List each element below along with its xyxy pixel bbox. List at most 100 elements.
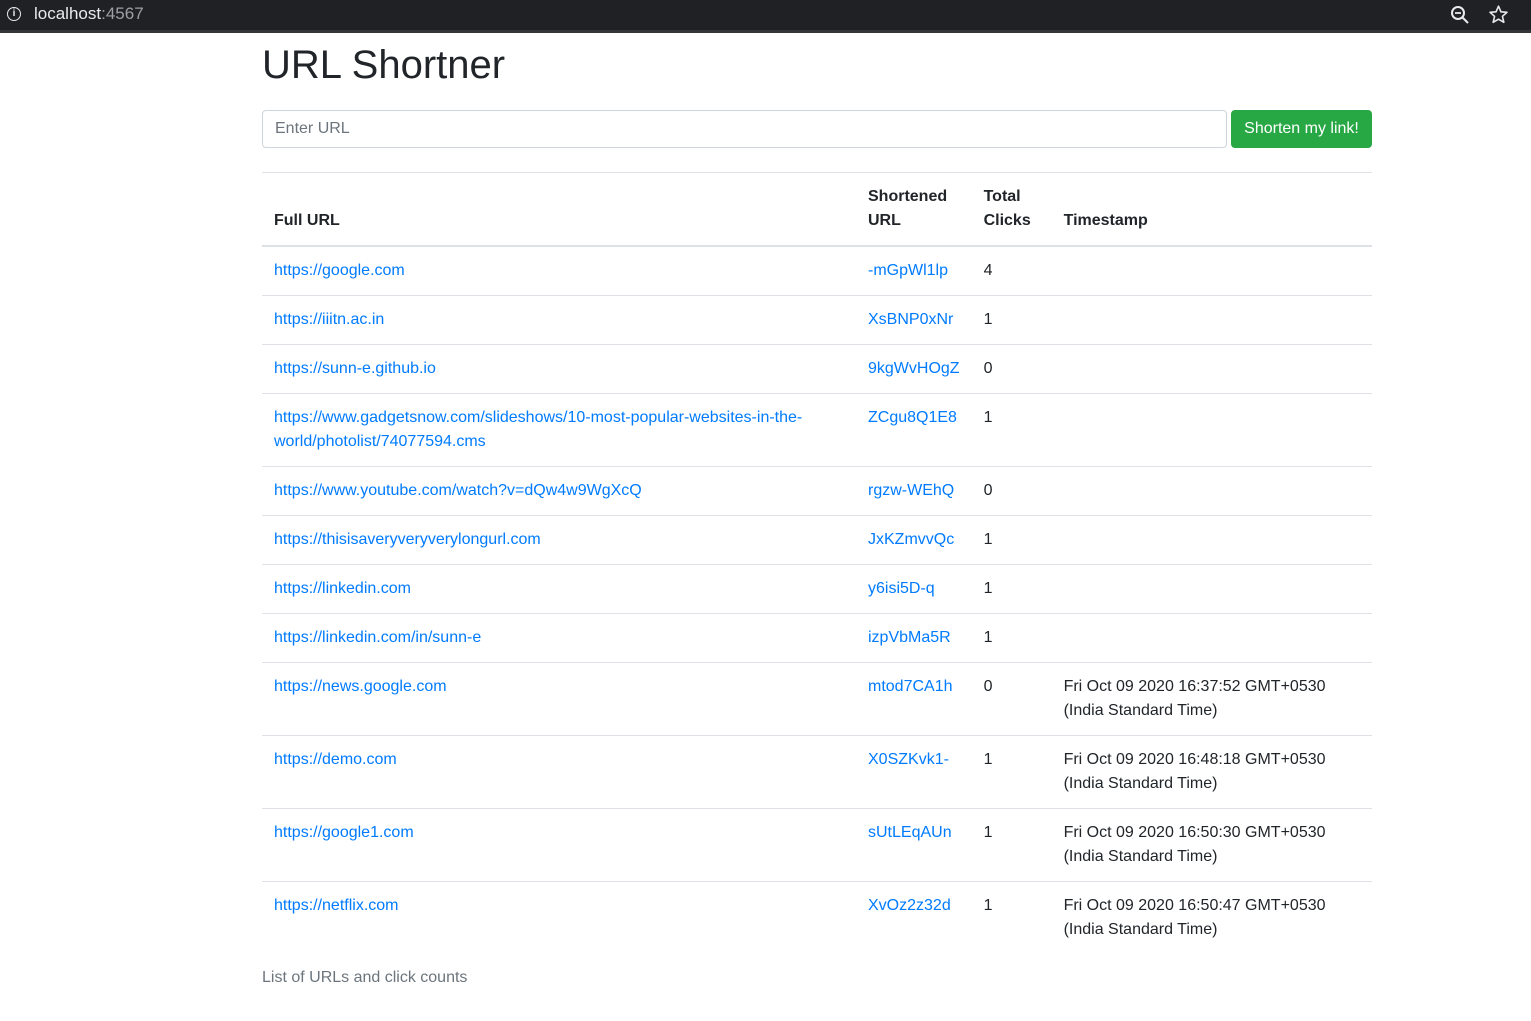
short-url-cell: XsBNP0xNr: [856, 295, 972, 345]
timestamp-cell: Fri Oct 09 2020 16:50:30 GMT+0530 (India…: [1051, 808, 1372, 882]
short-url-link[interactable]: sUtLEqAUn: [868, 824, 952, 841]
table-row: https://linkedin.com/in/sunn-e izpVbMa5R 1: [262, 613, 1372, 663]
table-row: https://news.google.com mtod7CA1h 0 Fri Oct…: [262, 662, 1372, 736]
table-row: https://www.youtube.com/watch?v=dQw4w9Wg…: [262, 466, 1372, 516]
click-count: 1: [971, 564, 1052, 614]
table-row: https://linkedin.com y6isi5D-q 1: [262, 564, 1372, 614]
table-row: https://google1.com sUtLEqAUn 1 Fri Oct 09 …: [262, 808, 1372, 882]
table-row: https://demo.com X0SZKvk1- 1 Fri Oct 09 202…: [262, 735, 1372, 809]
timestamp-cell: [1051, 613, 1372, 663]
table-row: https://sunn-e.github.io 9kgWvHOgZ 0: [262, 344, 1372, 394]
urls-table: Full URL Shortened URL Total Clicks Time…: [262, 172, 1372, 954]
full-url-link[interactable]: https://google.com: [274, 262, 405, 279]
short-url-cell: ZCgu8Q1E8: [856, 393, 972, 467]
full-url-cell: https://linkedin.com: [262, 564, 856, 614]
short-url-cell: JxKZmvvQc: [856, 515, 972, 565]
full-url-link[interactable]: https://linkedin.com: [274, 580, 411, 597]
full-url-link[interactable]: https://thisisaveryveryverylongurl.com: [274, 531, 541, 548]
short-url-cell: sUtLEqAUn: [856, 808, 972, 882]
table-header-row: Full URL Shortened URL Total Clicks Time…: [262, 172, 1372, 247]
short-url-link[interactable]: XsBNP0xNr: [868, 311, 953, 328]
full-url-link[interactable]: https://www.youtube.com/watch?v=dQw4w9Wg…: [274, 482, 642, 499]
short-url-link[interactable]: X0SZKvk1-: [868, 751, 949, 768]
short-url-link[interactable]: JxKZmvvQc: [868, 531, 954, 548]
short-url-link[interactable]: ZCgu8Q1E8: [868, 409, 957, 426]
full-url-link[interactable]: https://sunn-e.github.io: [274, 360, 436, 377]
click-count: 1: [971, 295, 1052, 345]
full-url-cell: https://netflix.com: [262, 881, 856, 954]
short-url-cell: -mGpWl1lp: [856, 245, 972, 296]
timestamp-cell: [1051, 344, 1372, 394]
click-count: 1: [971, 808, 1052, 882]
page-title: URL Shortner: [262, 43, 506, 87]
header-full-url: Full URL: [262, 172, 856, 247]
table-row: https://www.gadgetsnow.com/slideshows/10…: [262, 393, 1372, 467]
address-field[interactable]: localhost:4567: [34, 4, 144, 24]
table-row: https://iiitn.ac.in XsBNP0xNr 1: [262, 295, 1372, 345]
short-url-link[interactable]: -mGpWl1lp: [868, 262, 948, 279]
short-url-cell: rgzw-WEhQ: [856, 466, 972, 516]
header-total-clicks: Total Clicks: [971, 172, 1052, 247]
short-url-cell: XvOz2z32d: [856, 881, 972, 954]
short-url-cell: X0SZKvk1-: [856, 735, 972, 809]
short-url-cell: y6isi5D-q: [856, 564, 972, 614]
header-timestamp: Timestamp: [1051, 172, 1372, 247]
click-count: 0: [971, 662, 1052, 736]
full-url-link[interactable]: https://www.gadgetsnow.com/slideshows/10…: [274, 409, 802, 450]
star-icon[interactable]: [1488, 4, 1509, 25]
short-url-cell: izpVbMa5R: [856, 613, 972, 663]
click-count: 1: [971, 735, 1052, 809]
table-body: https://google.com -mGpWl1lp 4 https://iiit…: [262, 245, 1372, 954]
full-url-cell: https://sunn-e.github.io: [262, 344, 856, 394]
click-count: 1: [971, 613, 1052, 663]
url-input[interactable]: [262, 110, 1227, 148]
click-count: 0: [971, 466, 1052, 516]
full-url-cell: https://google1.com: [262, 808, 856, 882]
short-url-link[interactable]: XvOz2z32d: [868, 897, 951, 914]
short-url-link[interactable]: izpVbMa5R: [868, 629, 951, 646]
full-url-link[interactable]: https://news.google.com: [274, 678, 447, 695]
click-count: 1: [971, 881, 1052, 954]
full-url-link[interactable]: https://linkedin.com/in/sunn-e: [274, 629, 481, 646]
full-url-link[interactable]: https://iiitn.ac.in: [274, 311, 384, 328]
timestamp-cell: [1051, 515, 1372, 565]
short-url-link[interactable]: rgzw-WEhQ: [868, 482, 954, 499]
click-count: 1: [971, 515, 1052, 565]
full-url-link[interactable]: https://google1.com: [274, 824, 414, 841]
address-host: localhost: [34, 4, 102, 23]
timestamp-cell: [1051, 564, 1372, 614]
short-url-cell: 9kgWvHOgZ: [856, 344, 972, 394]
timestamp-cell: Fri Oct 09 2020 16:48:18 GMT+0530 (India…: [1051, 735, 1372, 809]
table-row: https://thisisaveryveryverylongurl.com Jx…: [262, 515, 1372, 565]
timestamp-cell: [1051, 466, 1372, 516]
header-shortened-url: Shortened URL: [856, 172, 972, 247]
full-url-link[interactable]: https://demo.com: [274, 751, 397, 768]
zoom-icon[interactable]: [1450, 5, 1470, 25]
short-url-link[interactable]: mtod7CA1h: [868, 678, 953, 695]
shorten-button[interactable]: Shorten my link!: [1231, 110, 1372, 148]
address-port: :4567: [101, 4, 144, 23]
click-count: 1: [971, 393, 1052, 467]
table-row: https://google.com -mGpWl1lp 4: [262, 245, 1372, 296]
full-url-cell: https://news.google.com: [262, 662, 856, 736]
short-url-link[interactable]: y6isi5D-q: [868, 580, 935, 597]
timestamp-cell: Fri Oct 09 2020 16:50:47 GMT+0530 (India…: [1051, 881, 1372, 954]
full-url-cell: https://www.gadgetsnow.com/slideshows/10…: [262, 393, 856, 467]
timestamp-cell: Fri Oct 09 2020 16:37:52 GMT+0530 (India…: [1051, 662, 1372, 736]
timestamp-cell: [1051, 245, 1372, 296]
full-url-cell: https://linkedin.com/in/sunn-e: [262, 613, 856, 663]
short-url-link[interactable]: 9kgWvHOgZ: [868, 360, 960, 377]
url-form: Shorten my link!: [262, 110, 1372, 148]
full-url-cell: https://iiitn.ac.in: [262, 295, 856, 345]
click-count: 4: [971, 245, 1052, 296]
short-url-cell: mtod7CA1h: [856, 662, 972, 736]
full-url-cell: https://google.com: [262, 245, 856, 296]
full-url-cell: https://demo.com: [262, 735, 856, 809]
timestamp-cell: [1051, 295, 1372, 345]
table-caption: List of URLs and click counts: [262, 969, 468, 986]
full-url-cell: https://thisisaveryveryverylongurl.com: [262, 515, 856, 565]
browser-address-bar: i localhost:4567: [0, 0, 1531, 33]
full-url-link[interactable]: https://netflix.com: [274, 897, 399, 914]
full-url-cell: https://www.youtube.com/watch?v=dQw4w9Wg…: [262, 466, 856, 516]
info-icon[interactable]: i: [7, 7, 21, 21]
